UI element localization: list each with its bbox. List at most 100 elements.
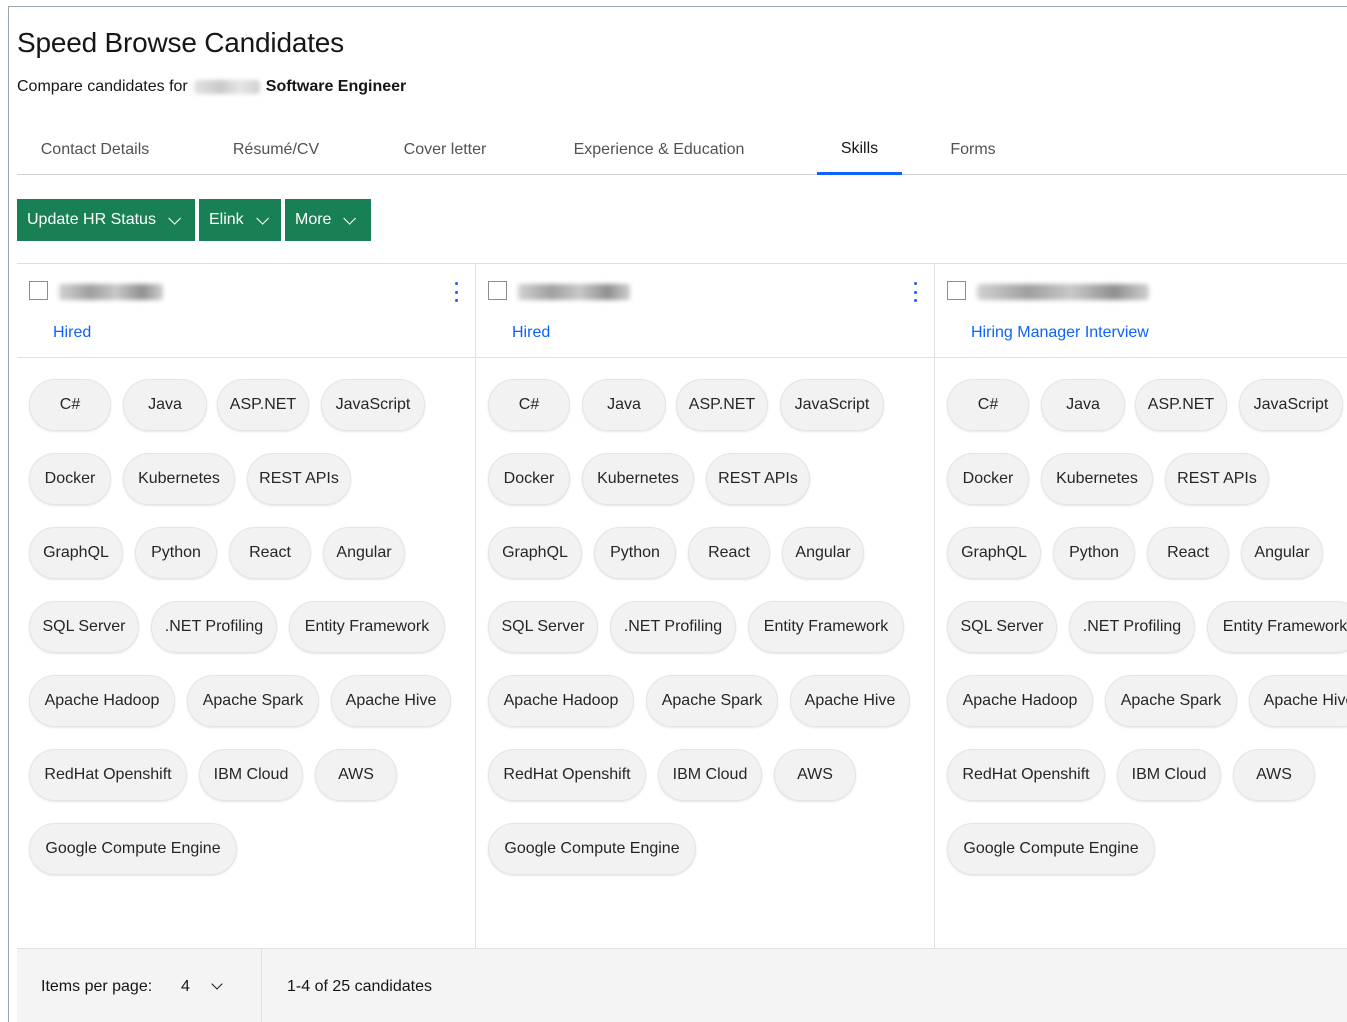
pagination-range: 1-4 of 25 candidates: [287, 978, 432, 995]
items-per-page-value: 4: [181, 978, 190, 995]
update-hr-status-button[interactable]: Update HR Status: [17, 199, 195, 241]
skill-chip: JavaScript: [321, 379, 425, 431]
skill-chip: IBM Cloud: [1117, 749, 1221, 801]
skill-chip: REST APIs: [247, 453, 351, 505]
page-subtitle: Compare candidates for Software Engineer: [17, 78, 406, 96]
skill-chip: Google Compute Engine: [947, 823, 1155, 875]
skill-chip: Docker: [947, 453, 1029, 505]
skill-chip: Angular: [323, 527, 405, 579]
skill-chip: C#: [29, 379, 111, 431]
skill-chip: Apache Hadoop: [488, 675, 634, 727]
skill-chip: Kubernetes: [123, 453, 235, 505]
skills-list: C# Java ASP.NET JavaScript Docker Kubernetes R…: [476, 359, 934, 948]
candidate-tabs: Contact Details Résumé/CV Cover letter E…: [17, 125, 1347, 175]
skill-chip: Angular: [1241, 527, 1323, 579]
redacted-requisition: [193, 80, 260, 94]
skill-chip: React: [1147, 527, 1229, 579]
redacted-candidate-name: [977, 284, 1149, 300]
overflow-menu-icon[interactable]: [912, 282, 918, 302]
skill-chip: Java: [582, 379, 666, 431]
skill-chip: React: [229, 527, 311, 579]
candidate-status[interactable]: Hired: [53, 324, 91, 342]
skill-chip: RedHat Openshift: [947, 749, 1105, 801]
skills-list: C# Java ASP.NET JavaScript Docker Kubernetes R…: [17, 359, 475, 948]
skill-chip: RedHat Openshift: [29, 749, 187, 801]
skill-chip: AWS: [774, 749, 856, 801]
elink-label: Elink: [209, 211, 244, 228]
tab-forms[interactable]: Forms: [937, 125, 1009, 175]
skill-chip: Python: [594, 527, 676, 579]
skill-chip: JavaScript: [1239, 379, 1343, 431]
skill-chip: ASP.NET: [1135, 379, 1227, 431]
tab-experience-education[interactable]: Experience & Education: [559, 125, 759, 175]
chevron-down-icon: [168, 211, 181, 225]
skill-chip: Kubernetes: [582, 453, 694, 505]
chevron-down-icon: [211, 978, 223, 990]
overflow-menu-icon[interactable]: [453, 282, 459, 302]
tab-skills[interactable]: Skills: [817, 125, 902, 175]
more-button[interactable]: More: [285, 199, 371, 241]
elink-button[interactable]: Elink: [199, 199, 281, 241]
skill-chip: ASP.NET: [676, 379, 768, 431]
skill-chip: IBM Cloud: [199, 749, 303, 801]
skill-chip: C#: [488, 379, 570, 431]
candidate-header: Hired: [17, 264, 475, 358]
candidate-status[interactable]: Hiring Manager Interview: [971, 324, 1149, 342]
skill-chip: Apache Hive: [790, 675, 910, 727]
candidate-comparison-board: Hired C# Java ASP.NET JavaScript Docker Kuber…: [17, 263, 1347, 948]
skill-chip: React: [688, 527, 770, 579]
skill-chip: JavaScript: [780, 379, 884, 431]
skill-chip: Apache Spark: [187, 675, 319, 727]
candidate-checkbox[interactable]: [947, 281, 966, 300]
skill-chip: Docker: [29, 453, 111, 505]
skill-chip: Docker: [488, 453, 570, 505]
chevron-down-icon: [255, 211, 269, 225]
candidate-header: Hiring Manager Interview: [935, 264, 1347, 358]
skill-chip: Apache Hive: [1249, 675, 1347, 727]
skills-list: C# Java ASP.NET JavaScript Docker Kubernetes R…: [935, 359, 1347, 948]
skill-chip: Kubernetes: [1041, 453, 1153, 505]
skill-chip: GraphQL: [947, 527, 1041, 579]
candidate-column: Hiring Manager Interview C# Java ASP.NET Ja…: [935, 264, 1347, 948]
skill-chip: Apache Hadoop: [947, 675, 1093, 727]
skill-chip: Python: [1053, 527, 1135, 579]
skill-chip: AWS: [315, 749, 397, 801]
candidate-checkbox[interactable]: [29, 281, 48, 300]
candidate-column: Hired C# Java ASP.NET JavaScript Docker Kuber…: [17, 264, 476, 948]
update-hr-status-label: Update HR Status: [27, 211, 156, 228]
footer-divider: [261, 949, 262, 1022]
skill-chip: GraphQL: [29, 527, 123, 579]
skill-chip: Apache Spark: [646, 675, 778, 727]
chevron-down-icon: [343, 211, 357, 225]
skill-chip: GraphQL: [488, 527, 582, 579]
skill-chip: Entity Framework: [1207, 601, 1347, 653]
items-per-page-label: Items per page:: [41, 978, 153, 995]
tab-resume-cv[interactable]: Résumé/CV: [217, 125, 335, 175]
page-title: Speed Browse Candidates: [17, 27, 344, 58]
candidate-column: Hired C# Java ASP.NET JavaScript Docker Kuber…: [476, 264, 935, 948]
skill-chip: Google Compute Engine: [488, 823, 696, 875]
skill-chip: Java: [1041, 379, 1125, 431]
skill-chip: RedHat Openshift: [488, 749, 646, 801]
skill-chip: Python: [135, 527, 217, 579]
skill-chip: Angular: [782, 527, 864, 579]
candidate-header: Hired: [476, 264, 934, 358]
skill-chip: SQL Server: [29, 601, 139, 653]
job-title: Software Engineer: [265, 78, 407, 95]
skill-chip: Java: [123, 379, 207, 431]
tab-contact-details[interactable]: Contact Details: [25, 125, 165, 175]
skill-chip: Apache Hive: [331, 675, 451, 727]
skill-chip: AWS: [1233, 749, 1315, 801]
items-per-page-select[interactable]: 4: [169, 967, 237, 1007]
redacted-candidate-name: [59, 284, 163, 300]
skill-chip: Apache Spark: [1105, 675, 1237, 727]
candidate-status[interactable]: Hired: [512, 324, 550, 342]
skill-chip: SQL Server: [947, 601, 1057, 653]
candidate-checkbox[interactable]: [488, 281, 507, 300]
tab-cover-letter[interactable]: Cover letter: [389, 125, 501, 175]
skill-chip: ASP.NET: [217, 379, 309, 431]
skill-chip: .NET Profiling: [610, 601, 736, 653]
speed-browse-panel: Speed Browse Candidates Compare candidat…: [8, 6, 1347, 1022]
skill-chip: C#: [947, 379, 1029, 431]
more-label: More: [295, 211, 332, 228]
